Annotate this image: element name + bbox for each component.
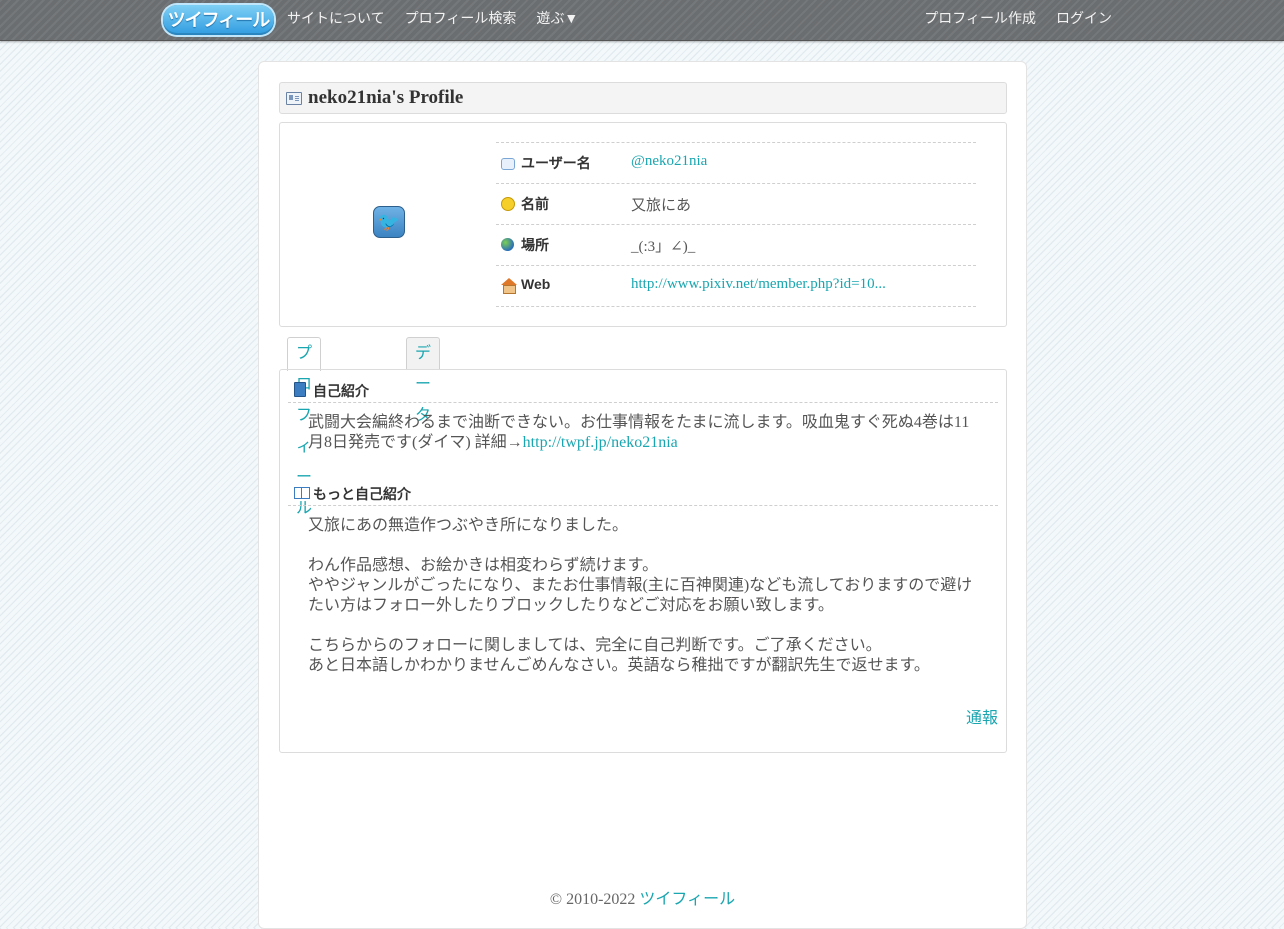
intro-heading-row: 自己紹介: [288, 376, 998, 403]
home-icon: [501, 278, 517, 285]
open-book-icon: [294, 487, 310, 499]
tab-profile[interactable]: プロフィール: [287, 337, 322, 517]
profile-content: 自己紹介 武闘大会編終わるまで油断できない。お仕事情報をたまに流します。吸血鬼す…: [279, 369, 1007, 753]
row-name: 名前 又旅にあ: [496, 184, 976, 225]
id-card-icon: [286, 92, 302, 105]
nav-profile-search[interactable]: プロフィール検索: [405, 0, 517, 40]
copyright-text: © 2010-2022: [549, 891, 636, 908]
location-label: 場所: [521, 237, 549, 253]
report-link[interactable]: 通報: [966, 704, 998, 728]
smiley-icon: [501, 197, 515, 211]
nav-right: プロフィール作成 ログイン: [924, 0, 1112, 40]
nav-create-profile[interactable]: プロフィール作成: [924, 0, 1036, 40]
more-heading-row: もっと自己紹介: [288, 479, 998, 506]
row-location: 場所 _(:3」∠)_: [496, 225, 976, 266]
top-navbar: ツイフィール サイトについて プロフィール検索 遊ぶ▼ プロフィール作成 ログイン: [0, 0, 1284, 41]
nav-play-dropdown[interactable]: 遊ぶ▼: [536, 0, 578, 40]
footer-site-link[interactable]: ツイフィール: [639, 891, 735, 908]
nav-left: サイトについて プロフィール検索 遊ぶ▼: [287, 0, 598, 40]
name-value: 又旅にあ: [631, 198, 692, 214]
nav-login[interactable]: ログイン: [1056, 0, 1112, 40]
page-title: neko21nia's Profile: [308, 87, 464, 108]
speech-bubble-icon: [501, 158, 515, 170]
profile-info-box: 🐦 ユーザー名 @neko21nia 名前 又旅にあ 場所 _(:3」∠)_ W…: [279, 122, 1007, 327]
row-username: ユーザー名 @neko21nia: [496, 143, 976, 184]
more-text: 又旅にあの無造作つぶやき所になりました。 わん作品感想、お絵かきは相変わらず続け…: [308, 517, 973, 674]
nav-about[interactable]: サイトについて: [287, 0, 385, 40]
notebook-icon: [294, 382, 306, 397]
globe-icon: [501, 238, 514, 251]
username-link[interactable]: @neko21nia: [631, 153, 707, 170]
home-icon-body: [503, 285, 516, 294]
avatar: 🐦: [373, 206, 405, 238]
tab-data[interactable]: データ: [406, 337, 441, 424]
profile-info-table: ユーザー名 @neko21nia 名前 又旅にあ 場所 _(:3」∠)_ Web…: [496, 142, 976, 307]
profile-card: neko21nia's Profile 🐦 ユーザー名 @neko21nia 名…: [258, 61, 1027, 929]
site-logo[interactable]: ツイフィール: [163, 5, 274, 35]
intro-link[interactable]: http://twpf.jp/neko21nia: [523, 434, 678, 451]
username-label: ユーザー名: [521, 155, 591, 171]
name-label: 名前: [521, 196, 549, 212]
footer: © 2010-2022 ツイフィール: [259, 885, 1026, 909]
web-link[interactable]: http://www.pixiv.net/member.php?id=10...: [631, 276, 886, 293]
intro-heading: 自己紹介: [313, 383, 369, 399]
location-value: _(:3」∠)_: [631, 239, 696, 255]
profile-title-bar: neko21nia's Profile: [279, 82, 1007, 114]
more-heading: もっと自己紹介: [313, 486, 411, 502]
row-web: Web http://www.pixiv.net/member.php?id=1…: [496, 266, 976, 307]
intro-text-block: 武闘大会編終わるまで油断できない。お仕事情報をたまに流します。吸血鬼すぐ死ぬ4巻…: [308, 413, 983, 453]
web-label: Web: [521, 276, 551, 292]
